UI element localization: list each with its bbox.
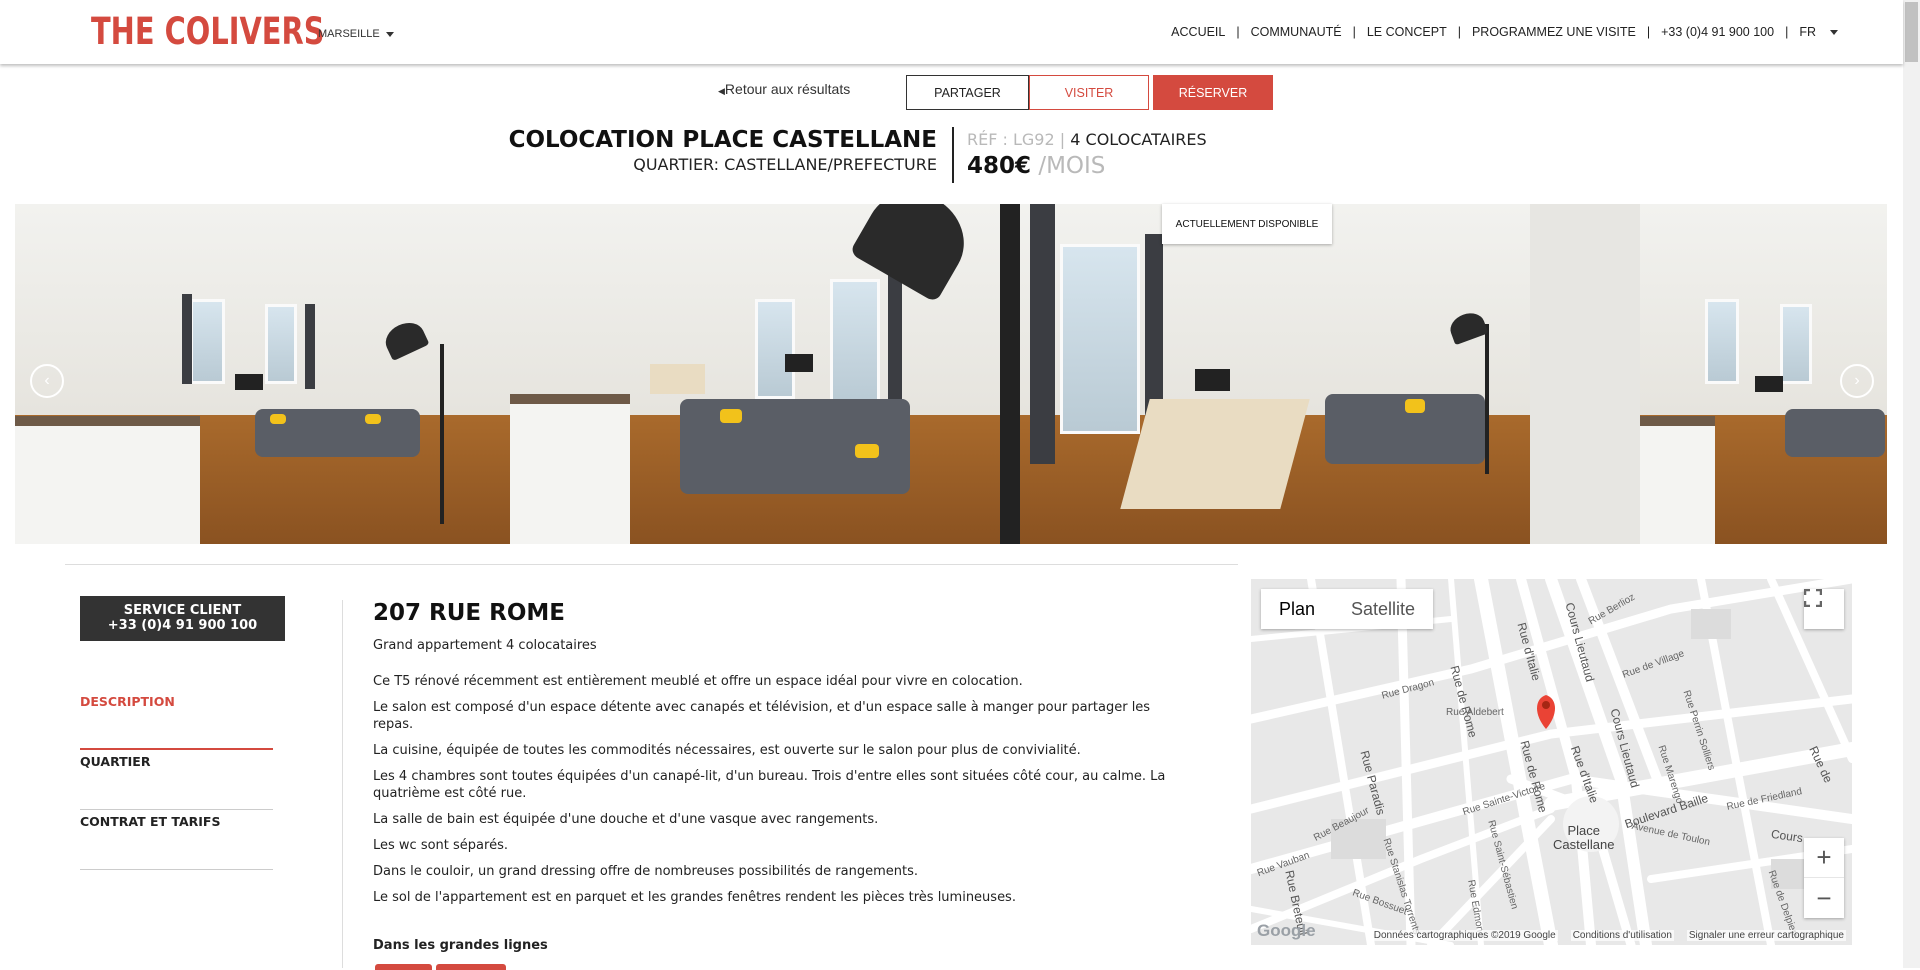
section-nav-quartier[interactable]: QUARTIER (80, 750, 273, 810)
back-to-results-link[interactable]: ◀Retour aux résultats (718, 81, 850, 97)
zoom-in-button[interactable]: + (1804, 838, 1844, 878)
gallery-photo[interactable] (1020, 204, 1530, 544)
map-label-rue-aldebert: Rue Aldebert (1446, 707, 1504, 718)
gallery-photo[interactable] (1530, 204, 1887, 544)
nav-programmez-visite[interactable]: PROGRAMMEZ UNE VISITE (1461, 25, 1647, 39)
language-label: FR (1799, 25, 1816, 39)
map-fullscreen-button[interactable] (1804, 589, 1844, 629)
map-type-tabs: Plan Satellite (1261, 589, 1434, 629)
zoom-out-button[interactable]: − (1804, 878, 1844, 918)
listing-title-block: COLOCATION PLACE CASTELLANE QUARTIER: CA… (509, 127, 937, 174)
description-section: 207 RUE ROME Grand appartement 4 colocat… (373, 600, 1193, 915)
main-nav: ACCUEIL | COMMUNAUTÉ | LE CONCEPT | PROGRAM… (1160, 25, 1849, 39)
gallery-prev-button[interactable]: ‹ (30, 364, 64, 398)
top-navbar: THE COLIVERS MARSEILLE ACCUEIL | COMMUNAU… (0, 0, 1903, 64)
fullscreen-icon (1804, 589, 1822, 607)
key-features-heading: Dans les grandes lignes (373, 938, 548, 953)
description-paragraph: Ce T5 rénové récemment est entièrement m… (373, 674, 1023, 689)
service-phone: +33 (0)4 91 900 100 (107, 618, 258, 633)
map-report-link[interactable]: Signaler une erreur cartographique (1686, 929, 1846, 941)
photo-gallery[interactable] (15, 204, 1887, 544)
nav-phone[interactable]: +33 (0)4 91 900 100 (1650, 25, 1785, 39)
map-footer: Données cartographiques ©2019 Google Con… (1251, 925, 1852, 945)
map-label-place-line2: Castellane (1553, 837, 1615, 852)
city-selector[interactable]: MARSEILLE (318, 28, 394, 40)
book-button[interactable]: RÉSERVER (1153, 75, 1273, 110)
visit-button[interactable]: VISITER (1029, 75, 1149, 110)
description-text: Ce T5 rénové récemment est entièrement m… (373, 673, 1193, 906)
price-unit: /MOIS (1038, 153, 1106, 179)
service-title: SERVICE CLIENT (123, 603, 242, 618)
customer-service-box[interactable]: SERVICE CLIENT +33 (0)4 91 900 100 (80, 596, 285, 641)
gallery-photo[interactable] (15, 204, 510, 544)
content-divider (342, 600, 343, 968)
nav-communaute[interactable]: COMMUNAUTÉ (1240, 25, 1353, 39)
map-zoom-controls: + − (1804, 838, 1844, 918)
map-tab-plan[interactable]: Plan (1261, 589, 1333, 629)
section-nav-contrat[interactable]: CONTRAT ET TARIFS (80, 810, 273, 870)
chevron-down-icon (385, 31, 394, 37)
description-paragraph: Les wc sont séparés. (373, 838, 508, 853)
map-label-place-line1: Place (1567, 823, 1600, 838)
logo[interactable]: THE COLIVERS (91, 10, 325, 53)
map-terms-link[interactable]: Conditions d'utilisation (1570, 929, 1674, 941)
description-paragraph: La salle de bain est équipée d'une douch… (373, 812, 879, 827)
nav-accueil[interactable]: ACCUEIL (1160, 25, 1236, 39)
chevron-down-icon (1830, 30, 1838, 36)
address-heading: 207 RUE ROME (373, 600, 565, 626)
price: 480€ /MOIS (967, 153, 1105, 179)
map-tab-satellite[interactable]: Satellite (1333, 589, 1433, 629)
section-divider (65, 564, 1238, 565)
roommates-count: 4 COLOCATAIRES (1070, 130, 1207, 149)
price-value: 480€ (967, 153, 1032, 179)
scrollbar-track[interactable] (1903, 0, 1920, 968)
section-nav: DESCRIPTION QUARTIER CONTRAT ET TARIFS (80, 690, 273, 870)
quartier-label: QUARTIER: CASTELLANE/PREFECTURE (633, 155, 937, 174)
chevron-right-icon: › (1854, 372, 1860, 389)
description-paragraph: Dans le couloir, un grand dressing offre… (373, 864, 918, 879)
chevron-left-icon: ‹ (44, 372, 50, 389)
description-paragraph: Le salon est composé d'un espace détente… (373, 700, 1151, 732)
share-button[interactable]: PARTAGER (906, 75, 1029, 110)
language-selector[interactable]: FR (1788, 25, 1849, 39)
back-label: Retour aux résultats (724, 81, 851, 97)
description-paragraph: Les 4 chambres sont toutes équipées d'un… (373, 769, 1166, 801)
nav-le-concept[interactable]: LE CONCEPT (1356, 25, 1458, 39)
feature-tag (436, 964, 506, 970)
map-attribution: Données cartographiques ©2019 Google (1371, 929, 1558, 941)
gallery-photo[interactable] (510, 204, 1020, 544)
caret-left-icon: ◀ (718, 86, 725, 96)
feature-tag (375, 964, 432, 970)
map-streets (1251, 579, 1852, 945)
description-paragraph: Le sol de l'appartement est en parquet e… (373, 890, 1016, 905)
description-paragraph: La cuisine, équipée de toutes les commod… (373, 743, 1081, 758)
map[interactable]: Rue de Rome Rue de Rome Rue d'Italie Rue… (1251, 579, 1852, 945)
section-nav-description[interactable]: DESCRIPTION (80, 690, 273, 750)
ref-line: RÉF : LG92 | 4 COLOCATAIRES (967, 130, 1207, 149)
reference: RÉF : LG92 (967, 130, 1055, 149)
scrollbar-thumb[interactable] (1905, 2, 1918, 62)
listing-subtitle: Grand appartement 4 colocataires (373, 638, 597, 653)
city-label: MARSEILLE (318, 28, 380, 40)
map-label-place-castellane: Place Castellane (1553, 824, 1614, 852)
gallery-next-button[interactable]: › (1840, 364, 1874, 398)
availability-badge: ACTUELLEMENT DISPONIBLE (1162, 204, 1332, 244)
title-divider (952, 127, 954, 183)
ref-separator: | (1059, 130, 1066, 149)
page-title: COLOCATION PLACE CASTELLANE (508, 127, 937, 153)
